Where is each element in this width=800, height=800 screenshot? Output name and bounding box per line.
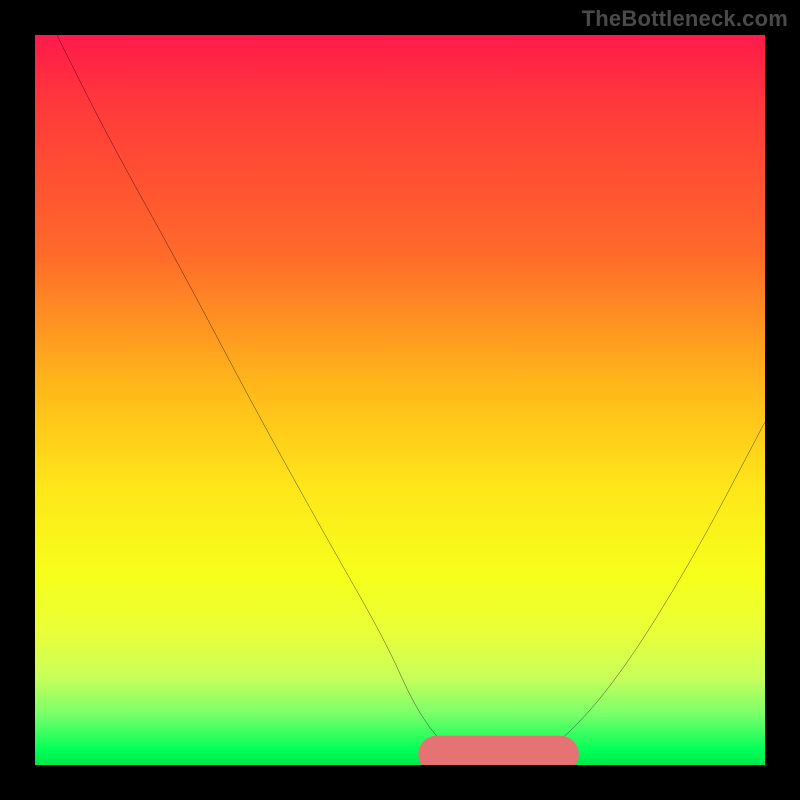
chart-frame: TheBottleneck.com (0, 0, 800, 800)
optimal-range-dot-left (430, 747, 443, 760)
watermark-text: TheBottleneck.com (582, 6, 788, 32)
curve-layer (35, 35, 765, 765)
plot-area (35, 35, 765, 765)
optimal-range-dot-right (554, 747, 567, 760)
bottleneck-curve (57, 35, 765, 758)
